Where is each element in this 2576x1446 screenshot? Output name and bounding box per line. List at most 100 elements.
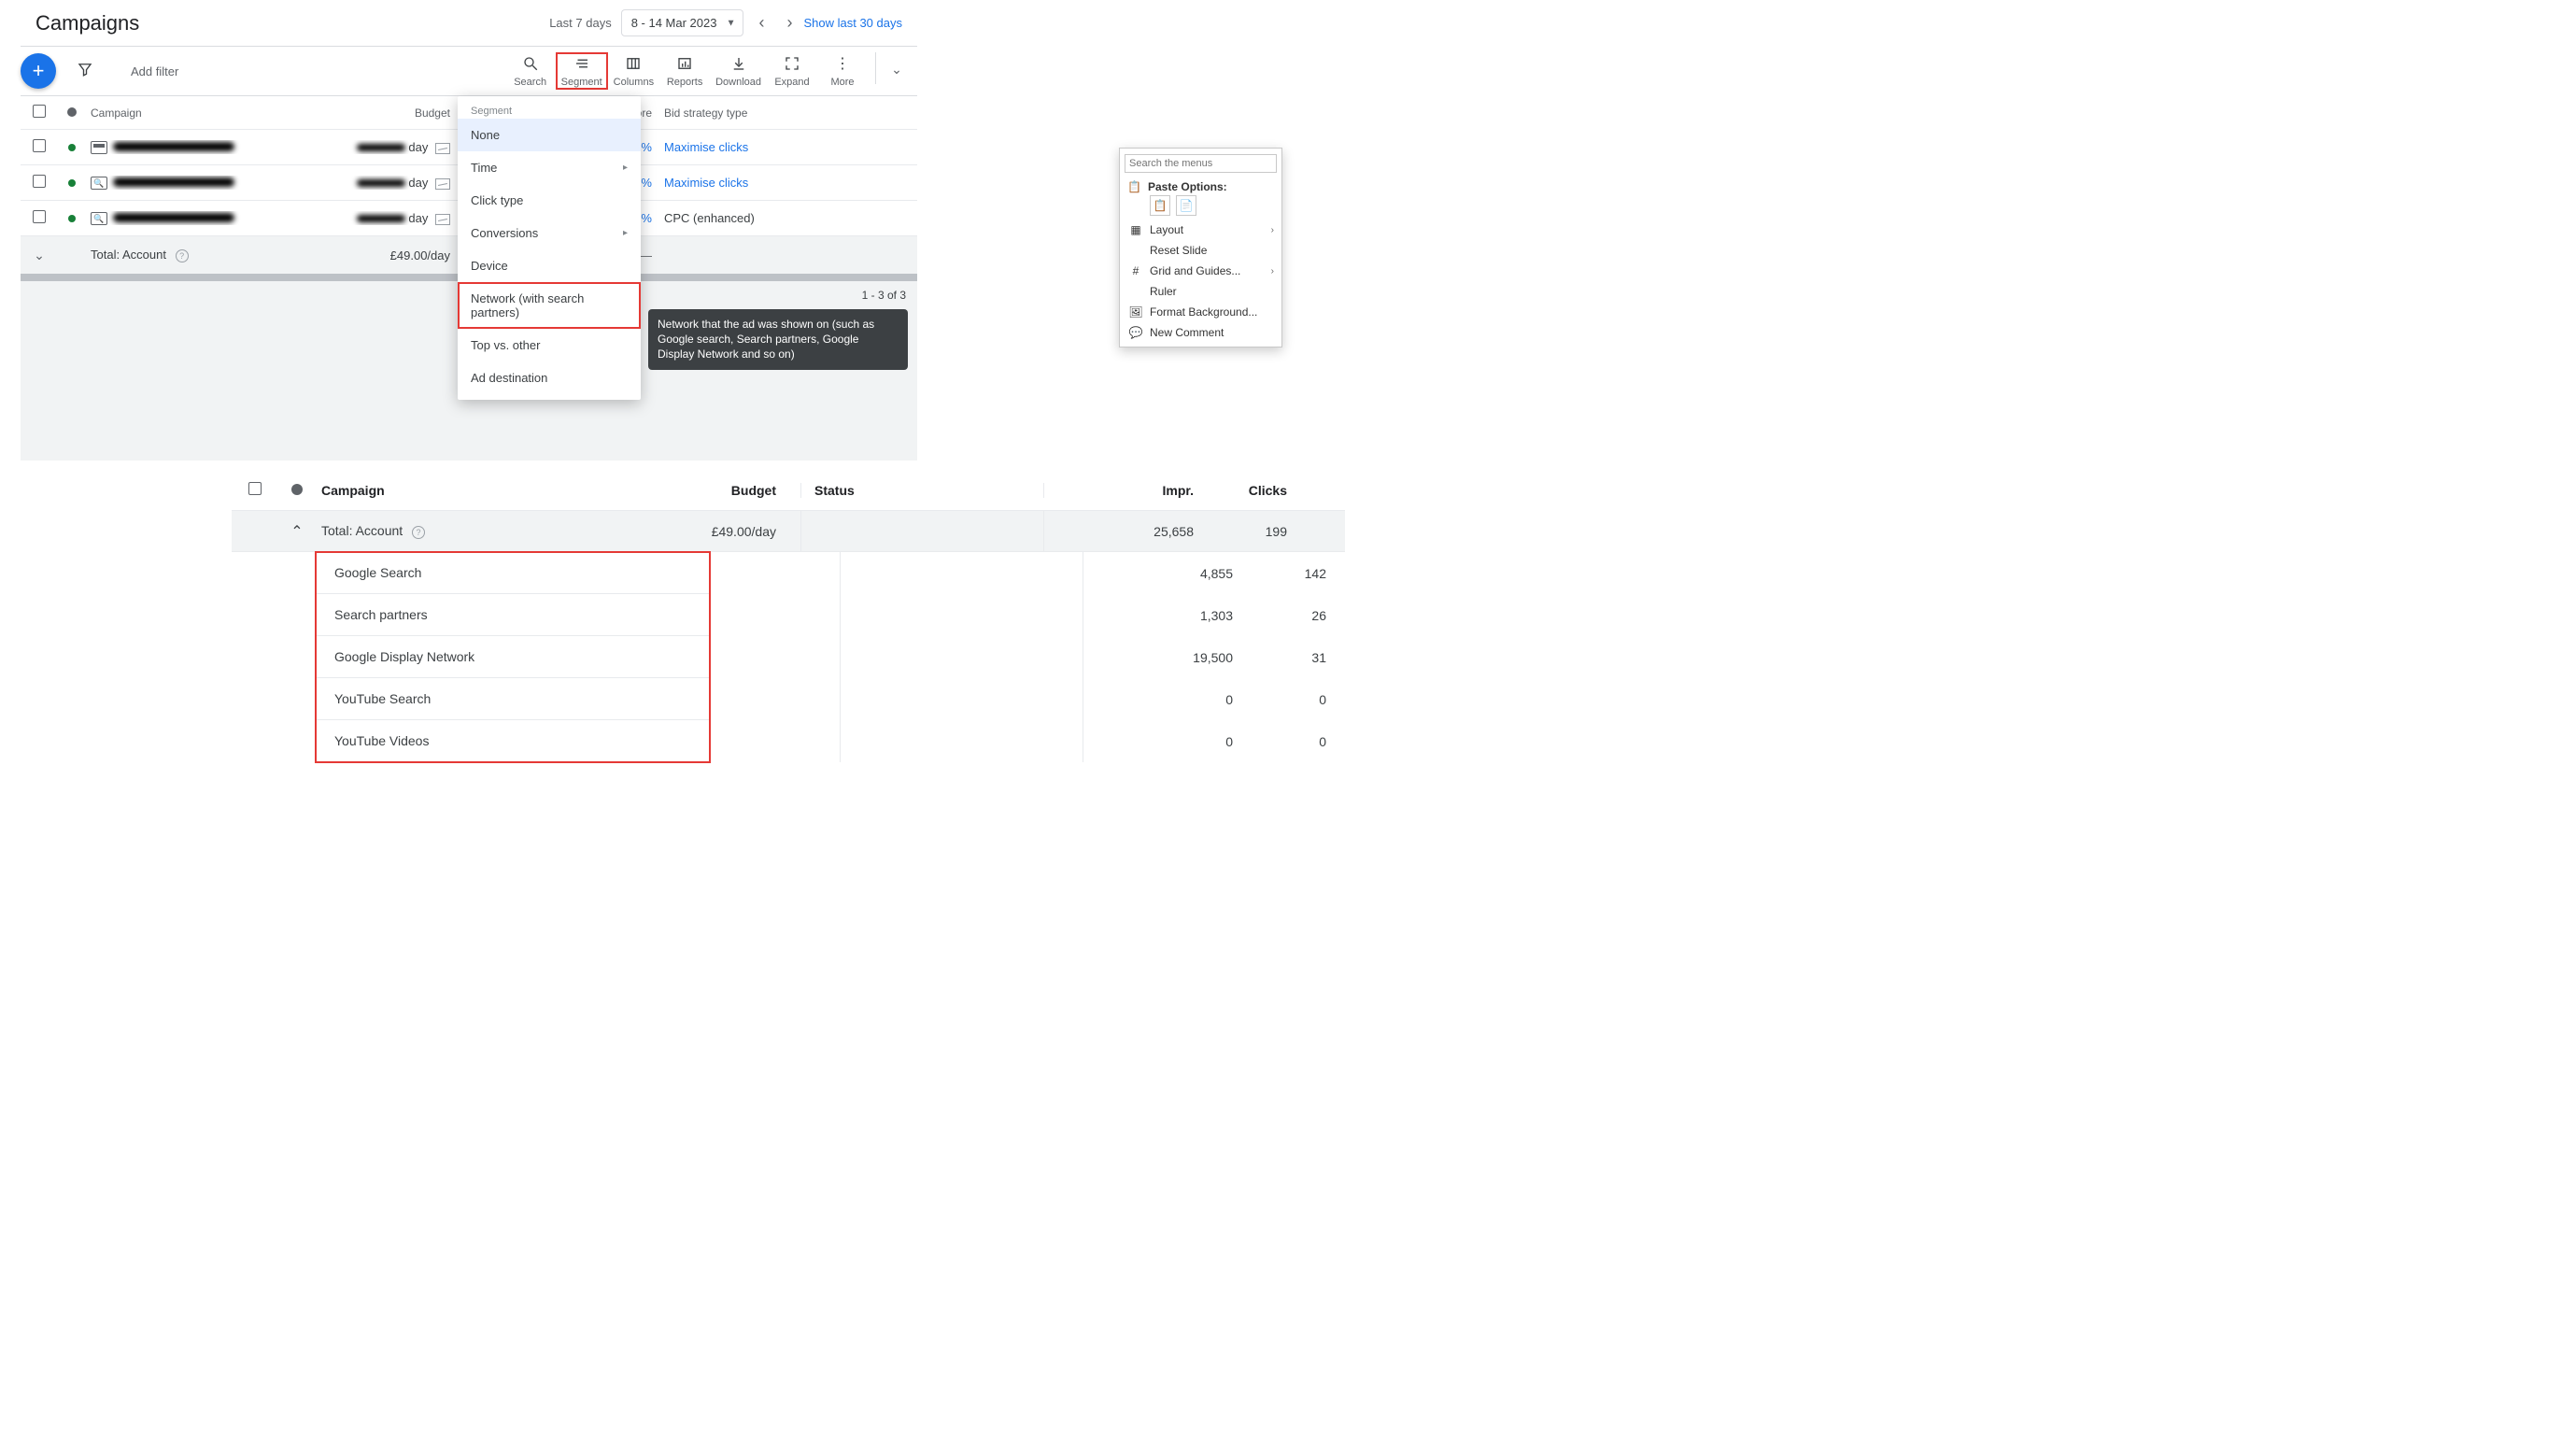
status-enabled-icon	[68, 215, 76, 222]
paste-option-2[interactable]: 📄	[1176, 195, 1196, 216]
segment-clicks: 26	[1252, 608, 1345, 623]
search-button[interactable]: Search	[505, 52, 556, 90]
filter-icon[interactable]	[77, 61, 93, 82]
status-header-icon[interactable]	[291, 484, 303, 495]
segment-option-time[interactable]: Time	[458, 151, 641, 184]
expand-icon	[784, 54, 800, 73]
expand-button[interactable]: Expand	[767, 52, 817, 90]
segment-option-top-vs-other[interactable]: Top vs. other	[458, 329, 641, 362]
status-header-icon[interactable]	[67, 107, 77, 117]
breakdown-header: Campaign Budget Status Impr. Clicks	[232, 470, 1345, 511]
redacted-text	[113, 142, 234, 151]
segment-name: Google Search	[334, 565, 421, 580]
columns-button[interactable]: Columns	[608, 52, 659, 90]
redacted-text	[113, 213, 234, 222]
budget-suffix: day	[408, 211, 428, 225]
collapse-toolbar-button[interactable]: ⌄	[884, 56, 910, 82]
col-campaign[interactable]: Campaign	[316, 483, 624, 498]
segment-option-label: Time	[471, 161, 497, 175]
reports-label: Reports	[667, 77, 703, 88]
total-label: Total: Account ?	[86, 248, 333, 262]
paste-options-row: 📋 📄	[1120, 195, 1281, 220]
date-range-value: 8 - 14 Mar 2023	[631, 16, 717, 30]
help-icon[interactable]: ?	[176, 249, 189, 262]
segment-clicks: 142	[1252, 566, 1345, 581]
bid-strategy-link[interactable]: Maximise clicks	[659, 176, 818, 190]
campaigns-table: Campaign Budget Optimisation score Bid s…	[21, 96, 917, 274]
columns-icon	[625, 54, 642, 73]
download-label: Download	[715, 77, 761, 88]
redacted-text	[113, 177, 234, 187]
campaign-type-icon	[91, 141, 107, 154]
segment-button[interactable]: Segment	[556, 52, 608, 90]
ctx-reset-slide[interactable]: Reset Slide	[1120, 240, 1281, 261]
chevron-right-icon: ›	[1271, 266, 1274, 276]
ctx-grid-guides[interactable]: #Grid and Guides...›	[1120, 261, 1281, 281]
breakdown-segment-metrics: 4,855142	[710, 552, 1345, 594]
col-impressions[interactable]: Impr.	[1044, 483, 1212, 498]
segment-clicks: 0	[1252, 734, 1345, 749]
segment-option-device[interactable]: Device	[458, 249, 641, 282]
segment-option-none[interactable]: None	[458, 119, 641, 151]
reports-button[interactable]: Reports	[659, 52, 710, 90]
breakdown-segment-metrics: 00	[710, 678, 1345, 720]
breakdown-total-budget: £49.00/day	[624, 511, 801, 551]
segment-impr: 0	[1083, 734, 1252, 749]
breakdown-segment-rows: Google Search Search partners Google Dis…	[232, 552, 1345, 762]
select-all-checkbox[interactable]	[33, 105, 46, 118]
segment-option-label: Device	[471, 259, 508, 273]
breakdown-segment-metrics: 19,50031	[710, 636, 1345, 678]
ctx-format-background[interactable]: 🖼Format Background...	[1120, 302, 1281, 322]
trend-icon[interactable]	[435, 214, 450, 225]
paste-icon: 📋	[1127, 180, 1141, 193]
segment-option-conversions[interactable]: Conversions	[458, 217, 641, 249]
network-breakdown-table: Campaign Budget Status Impr. Clicks ⌃ To…	[232, 470, 1345, 762]
row-checkbox[interactable]	[33, 210, 46, 223]
download-button[interactable]: Download	[710, 52, 767, 90]
ctx-layout[interactable]: ▦Layout›	[1120, 220, 1281, 240]
segment-option-network[interactable]: Network (with search partners)	[458, 282, 641, 329]
col-status[interactable]: Status	[801, 483, 1044, 498]
row-checkbox[interactable]	[33, 139, 46, 152]
ctx-new-comment[interactable]: 💬New Comment	[1120, 322, 1281, 343]
segment-option-ad-destination[interactable]: Ad destination	[458, 362, 641, 394]
segment-icon	[573, 54, 590, 73]
breakdown-segment-row: Google Display Network	[316, 636, 710, 678]
network-tooltip: Network that the ad was shown on (such a…	[648, 309, 908, 370]
segment-option-label: Click type	[471, 193, 523, 207]
paste-option-1[interactable]: 📋	[1150, 195, 1170, 216]
search-label: Search	[514, 77, 546, 88]
trend-icon[interactable]	[435, 143, 450, 154]
add-filter-link[interactable]: Add filter	[131, 64, 178, 78]
budget-suffix: day	[408, 140, 428, 154]
col-budget[interactable]: Budget	[624, 483, 801, 498]
col-clicks[interactable]: Clicks	[1212, 483, 1306, 498]
date-range-picker[interactable]: 8 - 14 Mar 2023 ▼	[621, 9, 744, 36]
col-budget[interactable]: Budget	[333, 106, 458, 120]
redacted-text	[357, 179, 405, 187]
row-checkbox[interactable]	[33, 175, 46, 188]
chevron-right-icon: ›	[1271, 225, 1274, 235]
breakdown-segment-metrics: 00	[710, 720, 1345, 762]
select-all-checkbox[interactable]	[248, 482, 262, 495]
col-campaign[interactable]: Campaign	[86, 106, 333, 120]
new-campaign-button[interactable]: +	[21, 53, 56, 89]
prev-range-button[interactable]: ‹	[758, 13, 764, 33]
ctx-ruler[interactable]: Ruler	[1120, 281, 1281, 302]
show-last-30-days-link[interactable]: Show last 30 days	[803, 16, 902, 30]
budget-suffix: day	[408, 176, 428, 190]
next-range-button[interactable]: ›	[786, 13, 792, 33]
more-button[interactable]: ⋮ More	[817, 52, 868, 90]
powerpoint-context-menu: 📋 Paste Options: 📋 📄 ▦Layout› Reset Slid…	[1119, 148, 1282, 347]
expand-total-button[interactable]: ⌄	[21, 248, 58, 263]
segment-option-click-type[interactable]: Click type	[458, 184, 641, 217]
help-icon[interactable]: ?	[412, 526, 425, 539]
trend-icon[interactable]	[435, 178, 450, 190]
campaign-type-icon	[91, 212, 107, 225]
collapse-total-button[interactable]: ⌃	[290, 524, 303, 540]
segment-dropdown-title: Segment	[458, 96, 641, 119]
chevron-down-icon: ⌄	[891, 62, 902, 78]
menu-search-input[interactable]	[1125, 154, 1277, 173]
col-bid-strategy[interactable]: Bid strategy type	[659, 106, 818, 120]
bid-strategy-link[interactable]: Maximise clicks	[659, 140, 818, 154]
